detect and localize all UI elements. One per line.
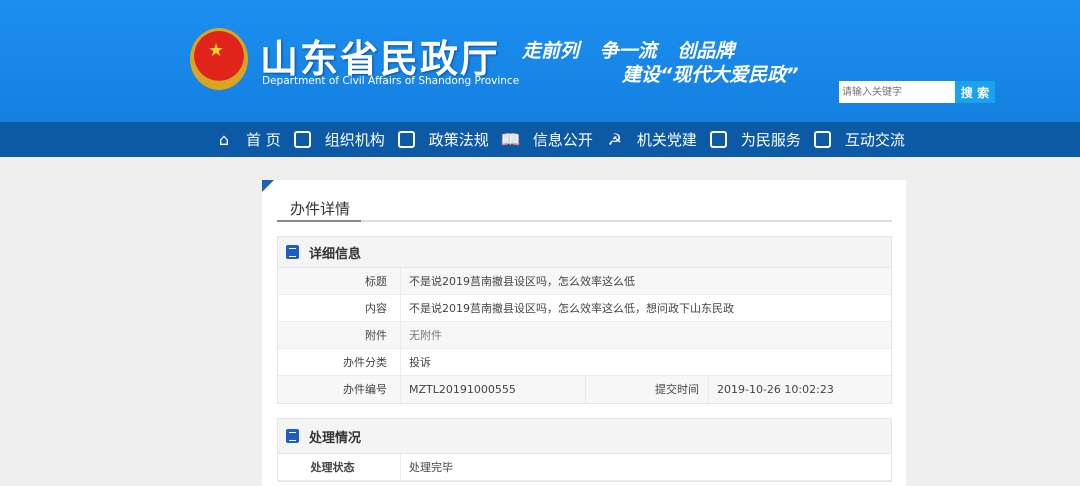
chat-icon <box>813 130 833 150</box>
section-header: 详细信息 <box>278 237 891 268</box>
corner-decoration <box>262 180 274 192</box>
row-value: MZTL20191000555 <box>401 376 586 403</box>
table-row: 标题 不是说2019莒南撤县设区吗，怎么效率这么低 <box>278 268 891 295</box>
row-label: 内容 <box>278 295 401 321</box>
detail-rows: 标题 不是说2019莒南撤县设区吗，怎么效率这么低 内容 不是说2019莒南撤县设区… <box>278 268 891 403</box>
site-header: ★ 山东省民政厅 Department of Civil Affairs of … <box>0 0 1080 122</box>
section-title: 详细信息 <box>309 246 362 262</box>
row-value: 投诉 <box>409 356 431 369</box>
search-input[interactable] <box>839 81 955 103</box>
table-row: 办件分类 投诉 <box>278 349 891 376</box>
table-row: 处理状态 处理完毕 <box>278 454 891 481</box>
book-icon: 📖 <box>500 130 521 149</box>
page-title: 办件详情 <box>290 200 351 218</box>
national-emblem-logo: ★ <box>190 28 248 90</box>
detail-section: 详细信息 标题 不是说2019莒南撤县设区吗，怎么效率这么低 内容 不是说2019莒… <box>277 236 892 404</box>
row-value: 无附件 <box>409 329 442 342</box>
row-value: 处理完毕 <box>409 461 453 474</box>
document-icon <box>397 130 417 150</box>
row-label: 附件 <box>278 322 401 348</box>
nav-label: 信息公开 <box>532 131 593 149</box>
nav-label: 政策法规 <box>428 131 489 149</box>
nav-home[interactable]: ⌂ 首 页 <box>214 129 281 150</box>
list-icon <box>286 245 299 259</box>
service-icon <box>709 130 729 150</box>
table-row: 内容 不是说2019莒南撤县设区吗，怎么效率这么低，想问政下山东民政 <box>278 295 891 322</box>
site-title-en: Department of Civil Affairs of Shandong … <box>262 75 520 87</box>
chat-list-icon <box>286 429 299 443</box>
table-row: 办件编号 MZTL20191000555 提交时间 2019-10-26 10:… <box>278 376 891 403</box>
section-title: 处理情况 <box>309 430 362 446</box>
table-row: 附件 无附件 <box>278 322 891 349</box>
row-label: 办件编号 <box>278 376 401 403</box>
nav-label: 机关党建 <box>636 131 697 149</box>
row-value: 不是说2019莒南撤县设区吗，怎么效率这么低 <box>409 275 635 288</box>
party-icon: ☭ <box>607 130 622 149</box>
section-header: 处理情况 <box>278 419 891 454</box>
search-button[interactable]: 搜 索 <box>955 81 995 103</box>
nav-policy[interactable]: 政策法规 <box>397 129 489 150</box>
slogan-line1: 走前列 争一流 创品牌 <box>522 40 735 62</box>
org-icon <box>293 130 313 150</box>
nav-organization[interactable]: 组织机构 <box>293 129 385 150</box>
nav-party[interactable]: ☭ 机关党建 <box>605 129 697 150</box>
nav-service[interactable]: 为民服务 <box>709 129 801 150</box>
main-nav: ⌂ 首 页 组织机构 政策法规 📖 信息公开 ☭ 机关党建 为民服务 互动交流 <box>0 122 1080 157</box>
row-value: 不是说2019莒南撤县设区吗，怎么效率这么低，想问政下山东民政 <box>409 302 734 315</box>
nav-info[interactable]: 📖 信息公开 <box>501 129 593 150</box>
row-label: 处理状态 <box>278 454 401 480</box>
title-divider <box>277 220 892 222</box>
row-label: 办件分类 <box>278 349 401 375</box>
process-section: 处理情况 处理状态 处理完毕 <box>277 418 892 482</box>
nav-label: 组织机构 <box>324 131 385 149</box>
home-icon: ⌂ <box>218 130 230 149</box>
nav-label: 首 页 <box>246 131 281 149</box>
row-label: 标题 <box>278 268 401 294</box>
nav-interaction[interactable]: 互动交流 <box>813 129 905 150</box>
nav-label: 互动交流 <box>844 131 905 149</box>
row-label: 提交时间 <box>586 376 709 403</box>
nav-label: 为民服务 <box>740 131 801 149</box>
slogan-line2: 建设“现代大爱民政” <box>622 64 799 86</box>
detail-card: 办件详情 详细信息 标题 不是说2019莒南撤县设区吗，怎么效率这么低 内容 不是说… <box>262 180 906 486</box>
row-value: 2019-10-26 10:02:23 <box>717 383 834 396</box>
